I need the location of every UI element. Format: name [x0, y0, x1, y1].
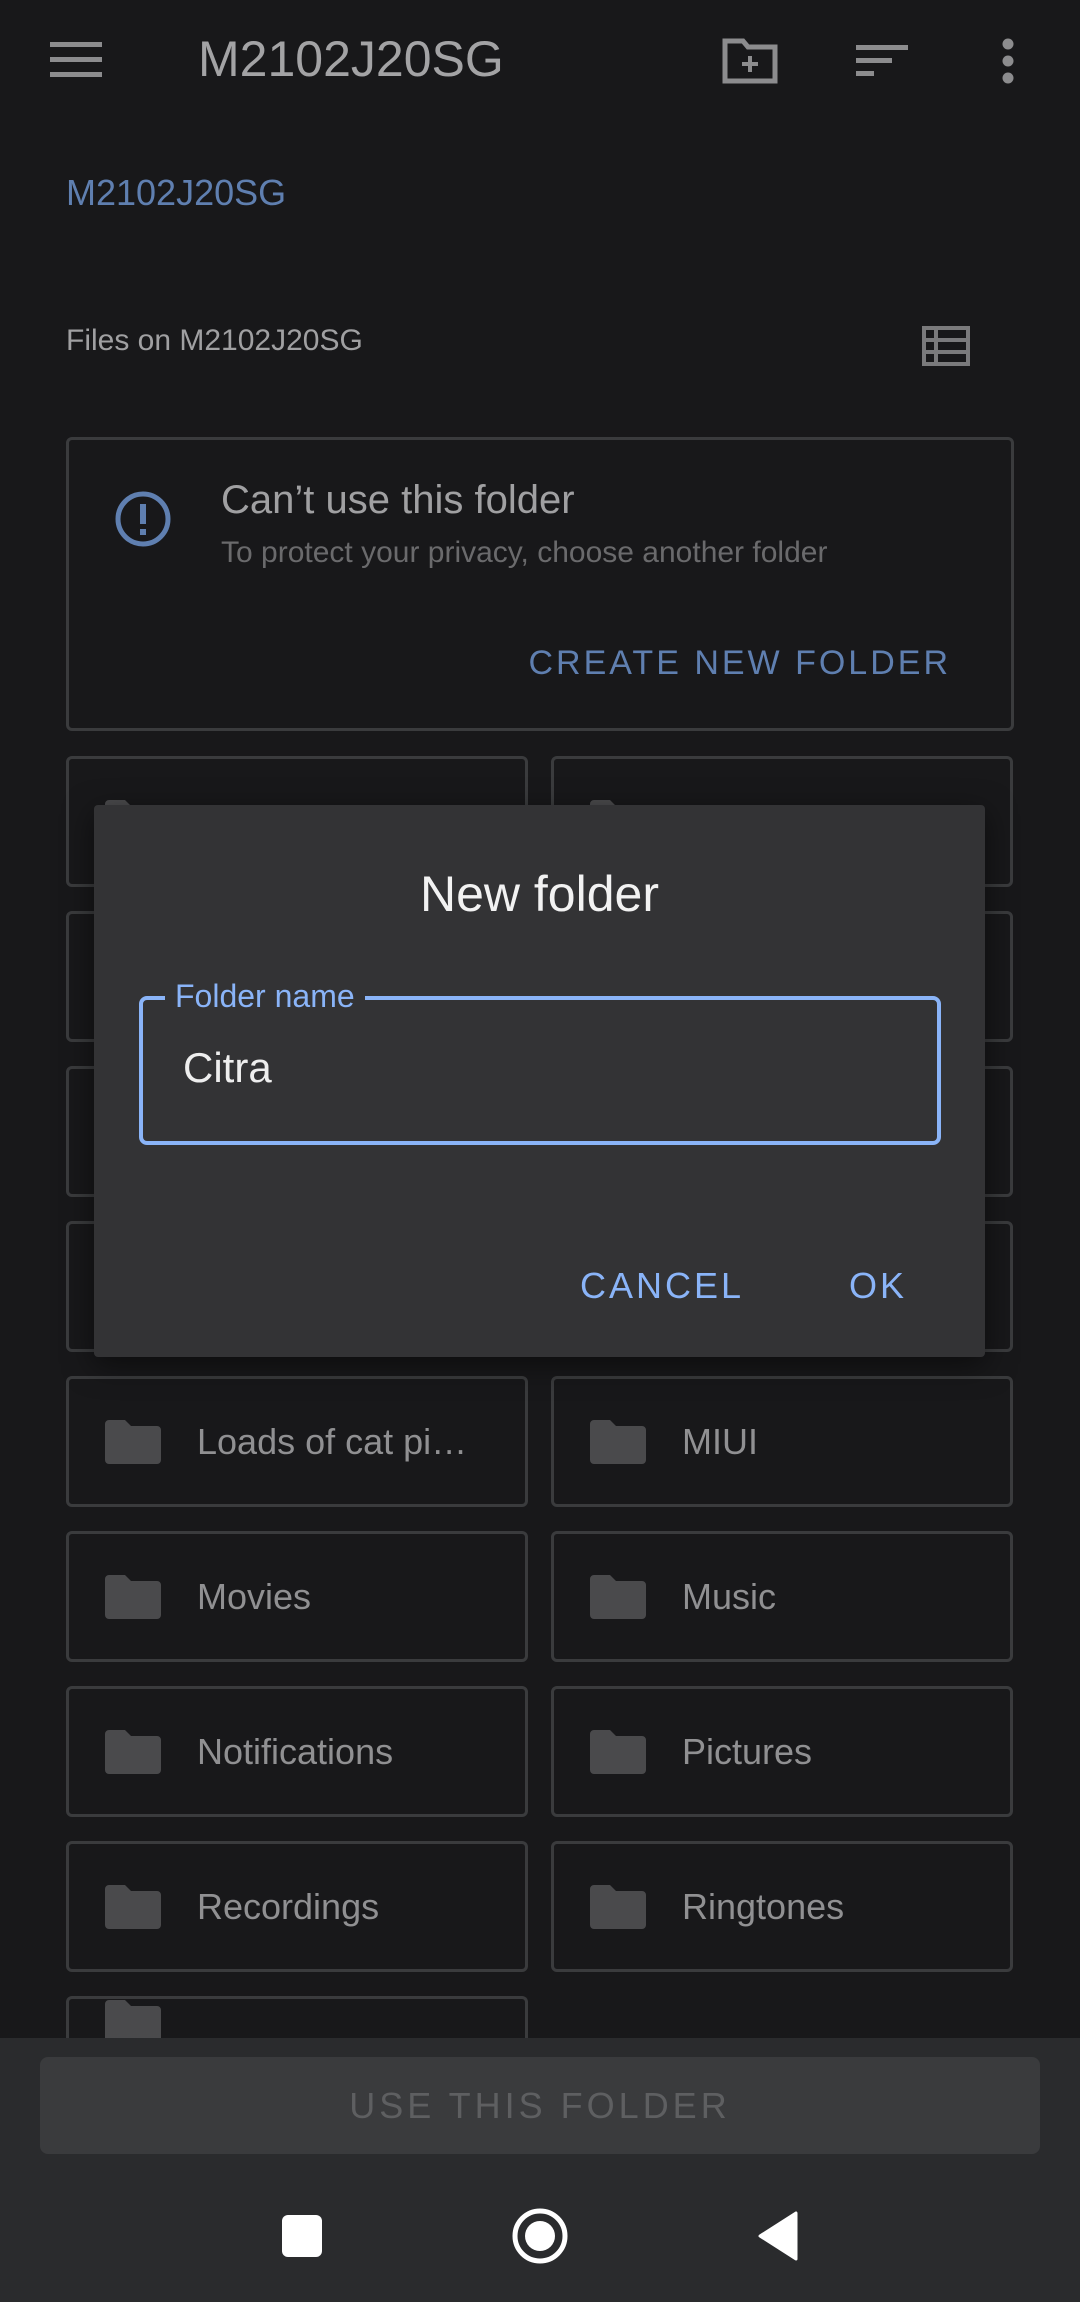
- folder-item[interactable]: Notifications: [66, 1686, 528, 1817]
- cancel-button[interactable]: CANCEL: [580, 1265, 744, 1307]
- bottom-panel: USE THIS FOLDER: [0, 2038, 1080, 2302]
- folder-name: Pictures: [682, 1730, 813, 1772]
- folder-item[interactable]: Pictures: [551, 1686, 1013, 1817]
- more-options-button[interactable]: [978, 26, 1038, 96]
- new-folder-icon: [722, 38, 778, 84]
- folder-icon: [105, 1419, 161, 1464]
- nav-home-button[interactable]: [500, 2196, 580, 2276]
- create-new-folder-button[interactable]: CREATE NEW FOLDER: [528, 644, 951, 683]
- folder-item[interactable]: Ringtones: [551, 1841, 1013, 1972]
- dialog-title: New folder: [420, 866, 659, 922]
- back-triangle-icon: [758, 2211, 798, 2261]
- folder-name: Recordings: [197, 1885, 380, 1927]
- folder-icon: [105, 1729, 161, 1774]
- folder-name: Notifications: [197, 1730, 394, 1772]
- folder-name-field[interactable]: Folder name: [139, 978, 941, 1145]
- folder-item[interactable]: Movies: [66, 1531, 528, 1662]
- alert-circle-icon: [115, 491, 171, 547]
- folder-name: MIUI: [682, 1420, 758, 1462]
- ok-button[interactable]: OK: [849, 1265, 907, 1307]
- home-circle-icon: [512, 2208, 568, 2264]
- nav-back-button[interactable]: [738, 2196, 818, 2276]
- folder-icon: [105, 1574, 161, 1619]
- breadcrumb-root[interactable]: M2102J20SG: [66, 172, 286, 214]
- folder-icon: [590, 1419, 646, 1464]
- files-header: Files on M2102J20SG: [66, 324, 363, 357]
- new-folder-button[interactable]: [710, 26, 790, 96]
- folder-name: Ringtones: [682, 1885, 845, 1927]
- recents-square-icon: [282, 2215, 322, 2257]
- use-this-folder-button[interactable]: USE THIS FOLDER: [40, 2057, 1040, 2154]
- warning-subtitle: To protect your privacy, choose another …: [221, 536, 828, 569]
- folder-icon: [105, 1884, 161, 1929]
- list-view-icon: [922, 326, 970, 366]
- sort-button[interactable]: [842, 26, 922, 96]
- folder-name: Loads of cat pi…: [197, 1420, 468, 1462]
- folder-item[interactable]: MIUI: [551, 1376, 1013, 1507]
- folder-icon: [590, 1884, 646, 1929]
- menu-icon: [50, 42, 102, 77]
- folder-item[interactable]: Loads of cat pi…: [66, 1376, 528, 1507]
- folder-item[interactable]: [66, 1996, 528, 2044]
- warning-title: Can’t use this folder: [221, 478, 575, 522]
- folder-name: Movies: [197, 1575, 312, 1617]
- folder-icon: [590, 1729, 646, 1774]
- folder-name-label: Folder name: [165, 978, 365, 1015]
- folder-icon: [590, 1574, 646, 1619]
- app-title: M2102J20SG: [198, 31, 504, 87]
- sort-icon: [856, 45, 908, 76]
- folder-item[interactable]: Recordings: [66, 1841, 528, 1972]
- menu-button[interactable]: [40, 30, 112, 90]
- folder-item[interactable]: Music: [551, 1531, 1013, 1662]
- list-view-toggle[interactable]: [912, 312, 980, 380]
- more-vert-icon: [1002, 38, 1014, 84]
- nav-recents-button[interactable]: [262, 2196, 342, 2276]
- folder-name: Music: [682, 1575, 777, 1617]
- new-folder-dialog: New folder Folder name CANCEL OK: [94, 805, 985, 1357]
- folder-name-input[interactable]: [183, 1044, 883, 1092]
- folder-icon: [105, 1999, 161, 2044]
- warning-card: Can’t use this folder To protect your pr…: [66, 437, 1014, 731]
